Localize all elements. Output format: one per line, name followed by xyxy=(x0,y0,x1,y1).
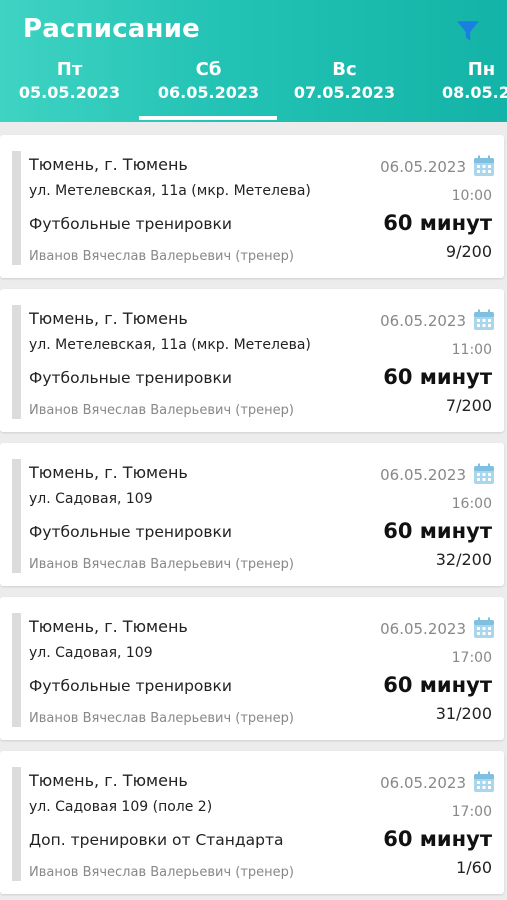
card-accent-bar xyxy=(12,151,21,265)
session-slots: 1/60 xyxy=(456,858,492,877)
session-activity: Футбольные тренировки xyxy=(29,369,232,387)
session-duration: 60 минут xyxy=(383,519,492,543)
session-trainer: Иванов Вячеслав Валерьевич (тренер) xyxy=(29,865,294,880)
tab-saturday[interactable]: Сб 06.05.2023 xyxy=(141,58,276,104)
session-time: 16:00 xyxy=(451,496,492,512)
session-card[interactable]: Тюмень, г. Тюмень ул. Садовая 109 (поле … xyxy=(0,751,504,894)
session-duration: 60 минут xyxy=(383,673,492,697)
session-time: 17:00 xyxy=(451,804,492,820)
session-duration: 60 минут xyxy=(383,827,492,851)
session-city: Тюмень, г. Тюмень xyxy=(29,155,188,174)
session-card[interactable]: Тюмень, г. Тюмень ул. Метелевская, 11а (… xyxy=(0,289,504,432)
tab-friday[interactable]: Пт 05.05.2023 xyxy=(2,58,137,104)
session-address: ул. Садовая 109 (поле 2) xyxy=(29,799,213,815)
tab-day: Пн xyxy=(467,59,496,80)
session-address: ул. Метелевская, 11а (мкр. Метелева) xyxy=(29,337,311,353)
tab-date: 05.05.2023 xyxy=(18,83,121,102)
session-trainer: Иванов Вячеслав Валерьевич (тренер) xyxy=(29,557,294,572)
session-city: Тюмень, г. Тюмень xyxy=(29,771,188,790)
selected-tab-indicator xyxy=(139,116,277,120)
session-city: Тюмень, г. Тюмень xyxy=(29,309,188,328)
tab-monday[interactable]: Пн 08.05.20 xyxy=(414,58,507,104)
session-address: ул. Садовая, 109 xyxy=(29,491,153,507)
session-address: ул. Метелевская, 11а (мкр. Метелева) xyxy=(29,183,311,199)
session-city: Тюмень, г. Тюмень xyxy=(29,463,188,482)
session-duration: 60 минут xyxy=(383,211,492,235)
session-date: 06.05.2023 xyxy=(380,158,466,176)
app-header: Расписание Пт 05.05.2023 Сб 06.05.2023 В… xyxy=(0,0,507,122)
card-accent-bar xyxy=(12,459,21,573)
session-date: 06.05.2023 xyxy=(380,620,466,638)
session-date: 06.05.2023 xyxy=(380,774,466,792)
tab-date: 08.05.20 xyxy=(442,83,507,102)
filter-icon[interactable] xyxy=(455,18,481,44)
tab-date: 07.05.2023 xyxy=(293,83,396,102)
calendar-icon[interactable] xyxy=(473,617,495,639)
tab-date: 06.05.2023 xyxy=(157,83,260,102)
session-card[interactable]: Тюмень, г. Тюмень ул. Садовая, 109 Футбо… xyxy=(0,597,504,740)
session-card[interactable]: Тюмень, г. Тюмень ул. Садовая, 109 Футбо… xyxy=(0,443,504,586)
session-activity: Футбольные тренировки xyxy=(29,677,232,695)
session-trainer: Иванов Вячеслав Валерьевич (тренер) xyxy=(29,403,294,418)
calendar-icon[interactable] xyxy=(473,463,495,485)
session-slots: 7/200 xyxy=(445,396,492,415)
session-date: 06.05.2023 xyxy=(380,312,466,330)
session-card[interactable]: Тюмень, г. Тюмень ул. Метелевская, 11а (… xyxy=(0,135,504,278)
session-time: 17:00 xyxy=(451,650,492,666)
tab-day: Вс xyxy=(332,59,357,80)
session-slots: 31/200 xyxy=(435,704,492,723)
calendar-icon[interactable] xyxy=(473,771,495,793)
tab-sunday[interactable]: Вс 07.05.2023 xyxy=(277,58,412,104)
tab-day: Пт xyxy=(56,59,83,80)
card-accent-bar xyxy=(12,613,21,727)
session-date: 06.05.2023 xyxy=(380,466,466,484)
session-trainer: Иванов Вячеслав Валерьевич (тренер) xyxy=(29,249,294,264)
page-title: Расписание xyxy=(23,14,200,44)
session-slots: 9/200 xyxy=(445,242,492,261)
session-activity: Доп. тренировки от Стандарта xyxy=(29,831,284,849)
tab-day: Сб xyxy=(195,59,222,80)
session-activity: Футбольные тренировки xyxy=(29,215,232,233)
card-accent-bar xyxy=(12,305,21,419)
session-activity: Футбольные тренировки xyxy=(29,523,232,541)
session-city: Тюмень, г. Тюмень xyxy=(29,617,188,636)
session-duration: 60 минут xyxy=(383,365,492,389)
card-accent-bar xyxy=(12,767,21,881)
session-time: 10:00 xyxy=(451,188,492,204)
session-slots: 32/200 xyxy=(435,550,492,569)
session-address: ул. Садовая, 109 xyxy=(29,645,153,661)
session-time: 11:00 xyxy=(451,342,492,358)
calendar-icon[interactable] xyxy=(473,309,495,331)
session-trainer: Иванов Вячеслав Валерьевич (тренер) xyxy=(29,711,294,726)
calendar-icon[interactable] xyxy=(473,155,495,177)
